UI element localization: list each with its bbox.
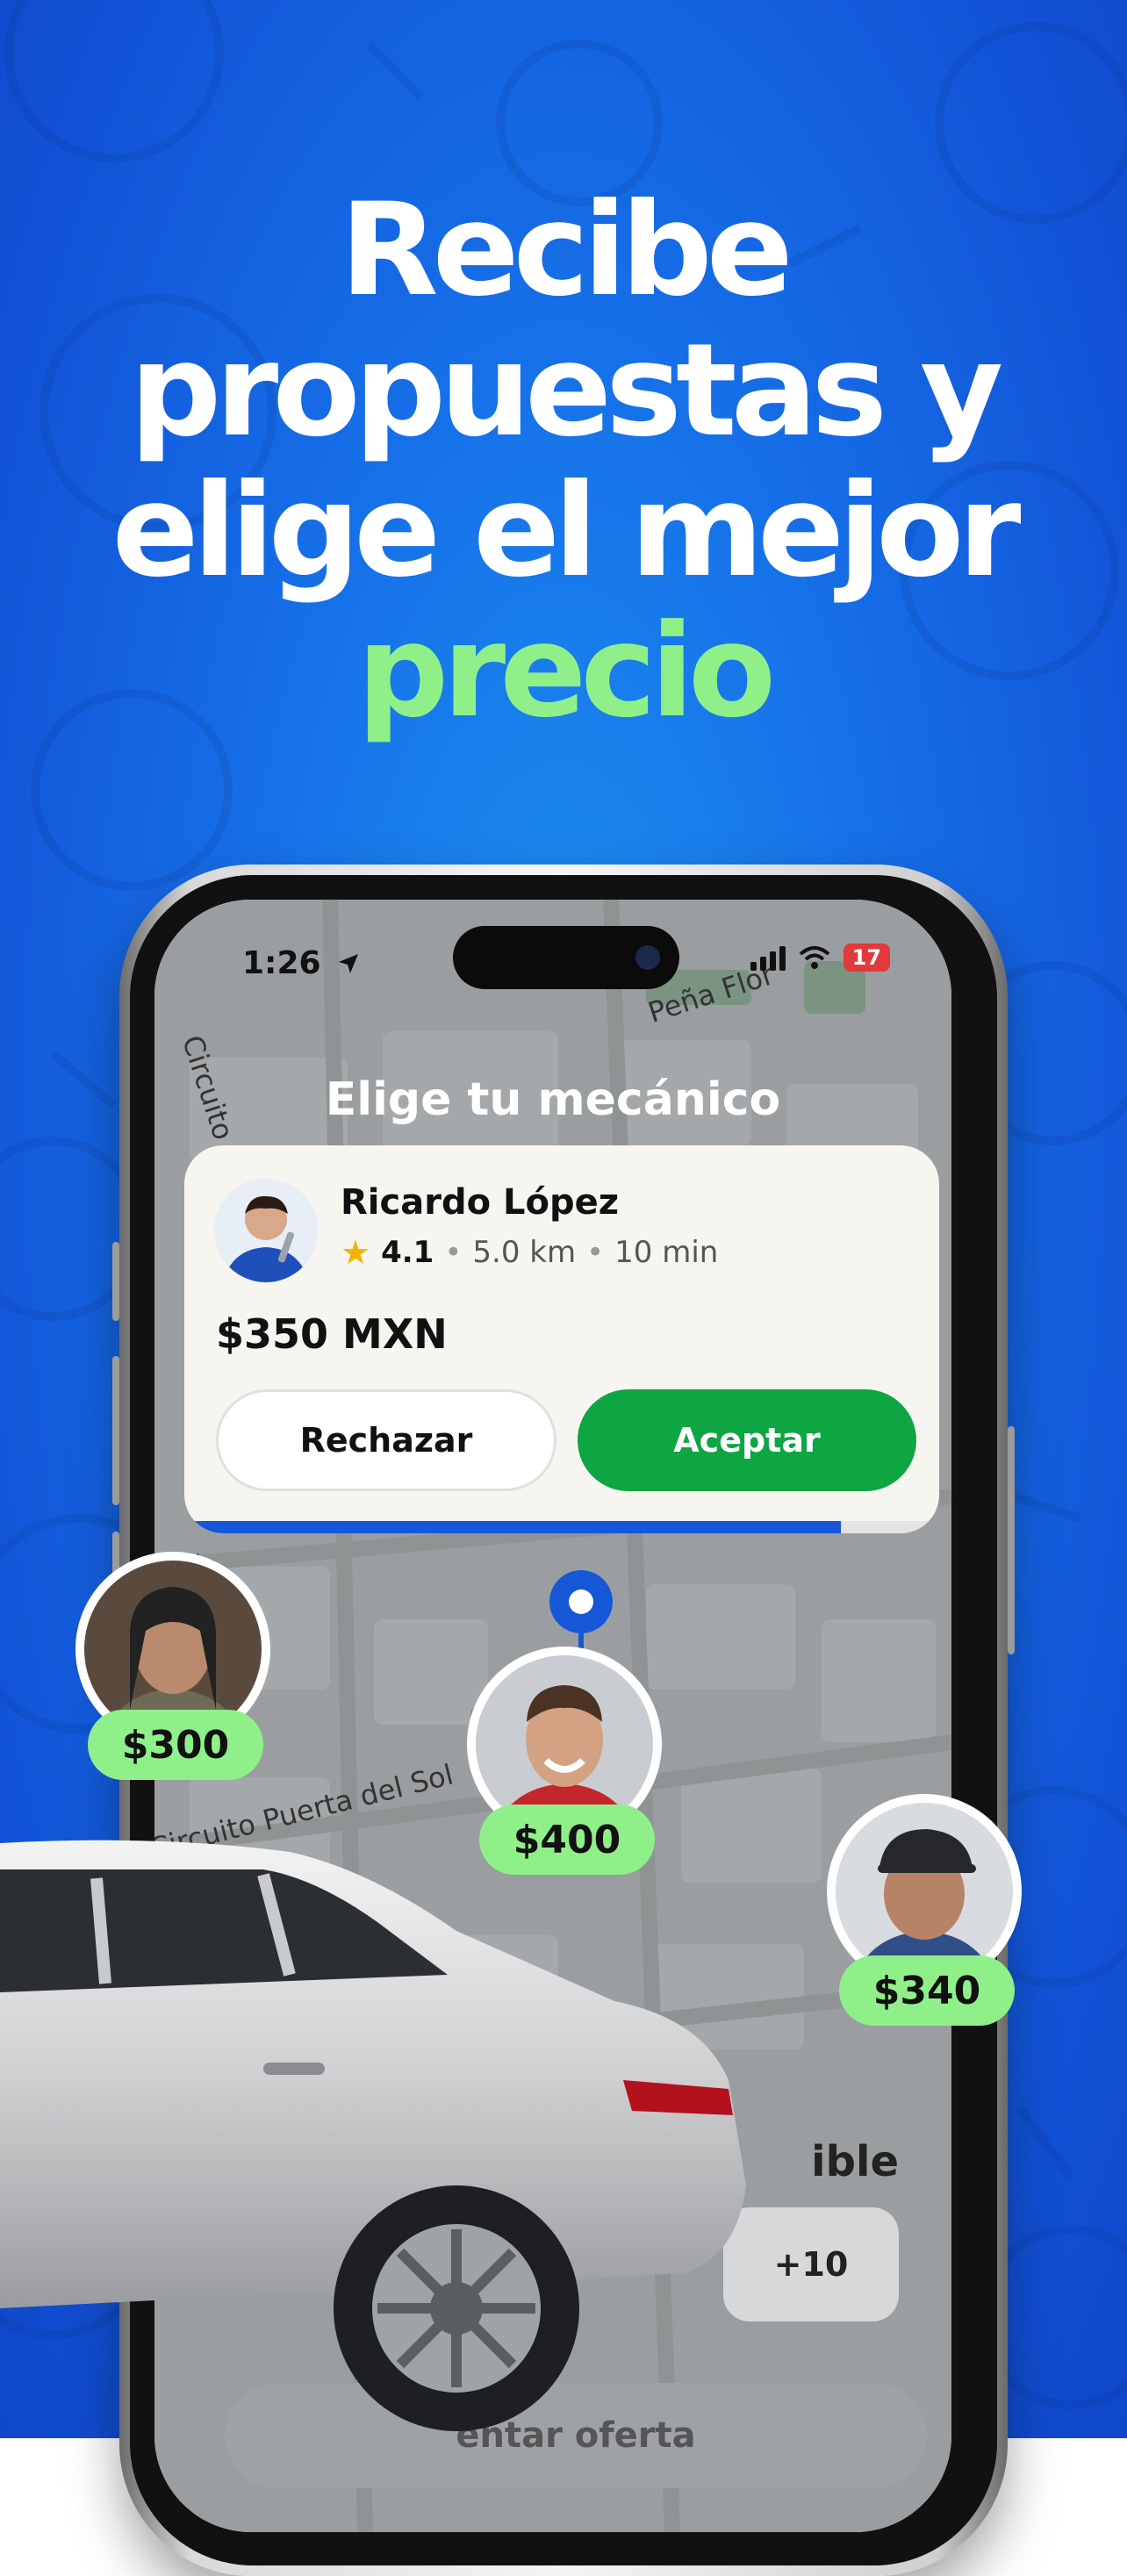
mechanic-photo [836, 1803, 1013, 1980]
screen-title: Elige tu mecánico [325, 1073, 781, 1126]
sheet-title: ible [811, 2137, 899, 2186]
status-icons: 17 [750, 944, 890, 972]
headline-line-1: Recibe [340, 176, 793, 325]
mechanic-rating: 4.1 [381, 1235, 434, 1270]
camera-dot [635, 945, 660, 970]
offer-timer-fill [184, 1521, 842, 1533]
mechanic-distance: 5.0 km [472, 1235, 577, 1270]
offer-timer-bar [184, 1521, 939, 1533]
headline-line-3: elige el mejor [111, 456, 1022, 606]
headline: Recibe propuestas y elige el mejor preci… [0, 180, 1127, 742]
mechanic-meta: ★ 4.1 • 5.0 km • 10 min [341, 1233, 718, 1272]
headline-line-2: propuestas y [129, 316, 1003, 465]
phone-side-button [112, 1242, 119, 1321]
headline-highlight: precio [356, 597, 776, 746]
separator-dot: • [586, 1235, 605, 1270]
offer-card[interactable]: Ricardo López ★ 4.1 • 5.0 km • 10 min $3… [184, 1145, 939, 1533]
star-icon: ★ [341, 1233, 371, 1272]
car-illustration [0, 1840, 746, 2431]
offer-price: $350 MXN [216, 1310, 448, 1358]
signal-icon [750, 944, 786, 971]
separator-dot: • [444, 1235, 463, 1270]
status-time: 1:26 [242, 945, 321, 981]
mechanic-price-3: $340 [839, 1955, 1015, 2026]
mechanic-avatar [214, 1179, 318, 1282]
phone-power-button [1008, 1426, 1015, 1654]
accept-button[interactable]: Aceptar [578, 1389, 916, 1491]
mechanic-price-1: $300 [88, 1710, 263, 1780]
reject-button[interactable]: Rechazar [216, 1389, 556, 1491]
phone-volume-up [112, 1356, 119, 1505]
mechanic-eta: 10 min [614, 1235, 719, 1270]
battery-indicator: 17 [843, 944, 890, 972]
location-arrow-icon [339, 954, 358, 973]
mechanic-name: Ricardo López [341, 1182, 619, 1223]
dynamic-island [453, 926, 679, 989]
wifi-icon [799, 946, 829, 969]
